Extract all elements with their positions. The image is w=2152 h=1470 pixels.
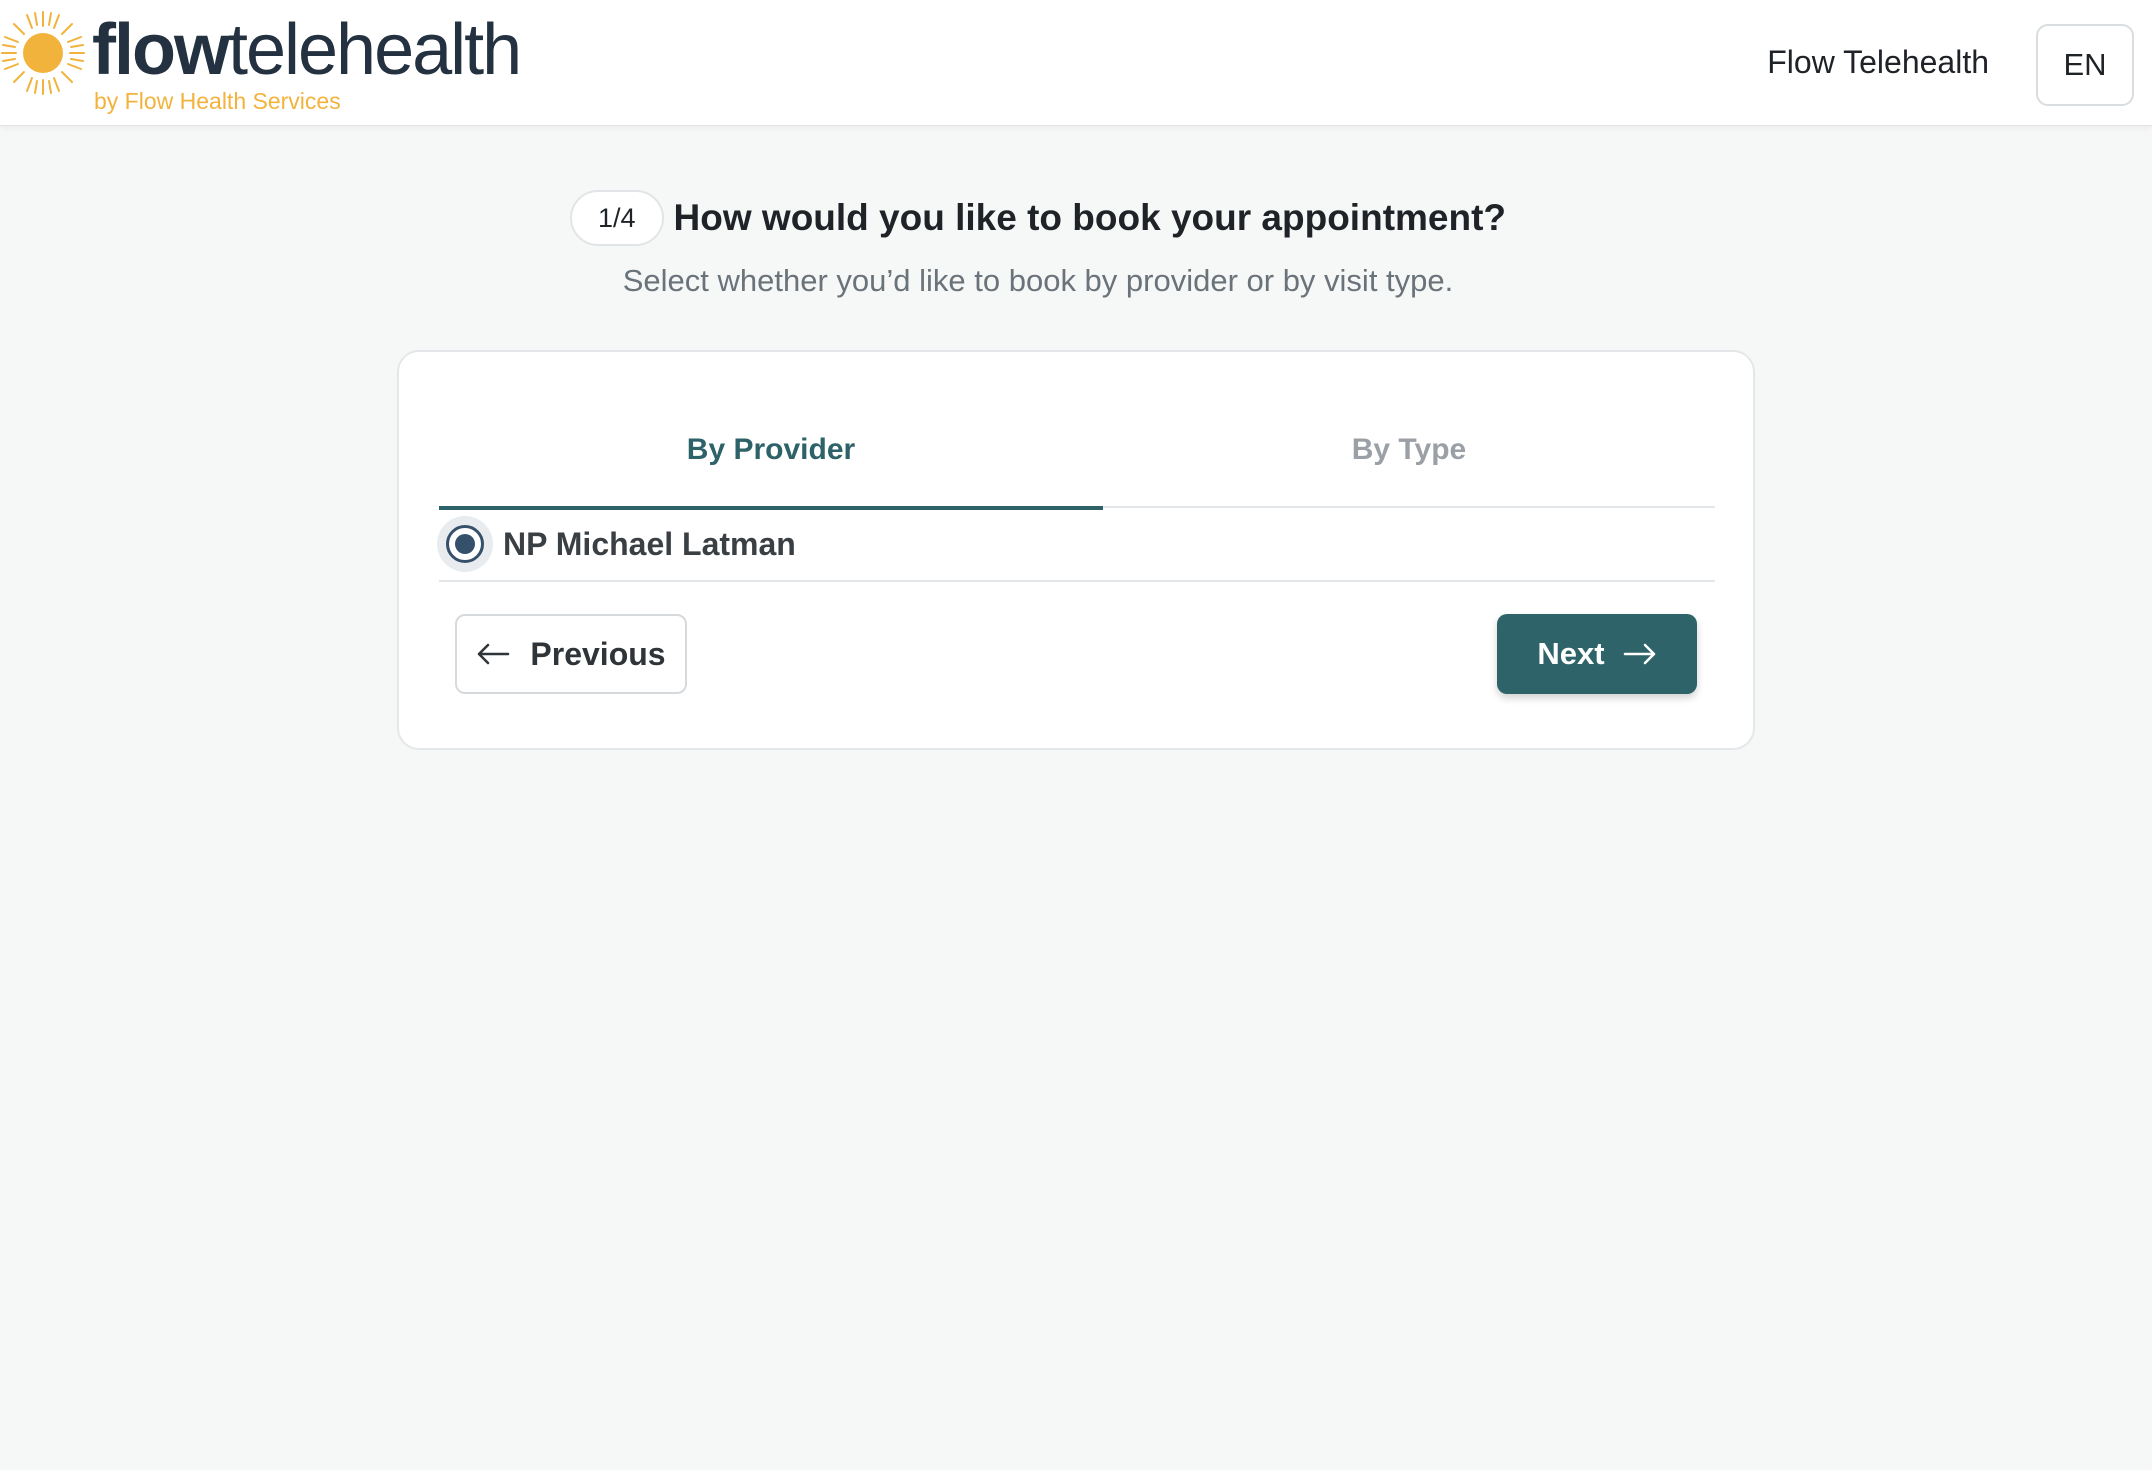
flow-telehealth-link[interactable]: Flow Telehealth xyxy=(1767,44,1989,81)
sun-icon xyxy=(1,11,85,95)
provider-name-label: NP Michael Latman xyxy=(503,525,796,562)
provider-radio-button[interactable] xyxy=(437,516,493,572)
next-button[interactable]: Next xyxy=(1497,614,1697,694)
previous-button-label: Previous xyxy=(530,635,666,672)
language-selector-button[interactable]: EN xyxy=(2036,24,2134,106)
card-divider xyxy=(439,580,1715,582)
logo-wordmark-bold: flow xyxy=(92,10,230,90)
tab-by-type[interactable]: By Type xyxy=(1103,392,1715,508)
page-subtitle: Select whether you’d like to book by pro… xyxy=(622,263,1454,298)
booking-method-tabs: By Provider By Type xyxy=(439,392,1715,510)
logo-wordmark-light: telehealth xyxy=(227,10,522,90)
flow-telehealth-logo[interactable]: flowtelehealth by Flow Health Services xyxy=(0,6,600,116)
logo-tagline: by Flow Health Services xyxy=(94,88,341,114)
radio-selected-dot xyxy=(455,534,475,554)
arrow-right-icon xyxy=(1623,642,1657,666)
next-button-label: Next xyxy=(1537,636,1605,671)
step-header: 1/4 How would you like to book your appo… xyxy=(0,190,2152,246)
step-indicator-badge: 1/4 xyxy=(569,190,664,246)
arrow-left-icon xyxy=(476,642,510,666)
radio-circle xyxy=(446,525,484,563)
booking-card: By Provider By Type NP Michael Latman Pr… xyxy=(397,350,1755,750)
page-title: How would you like to book your appointm… xyxy=(673,197,1507,238)
tab-by-provider[interactable]: By Provider xyxy=(439,392,1103,510)
app-header: flowtelehealth by Flow Health Services F… xyxy=(0,0,2152,126)
previous-button[interactable]: Previous xyxy=(455,614,687,694)
logo-wordmark: flowtelehealth xyxy=(92,14,522,86)
